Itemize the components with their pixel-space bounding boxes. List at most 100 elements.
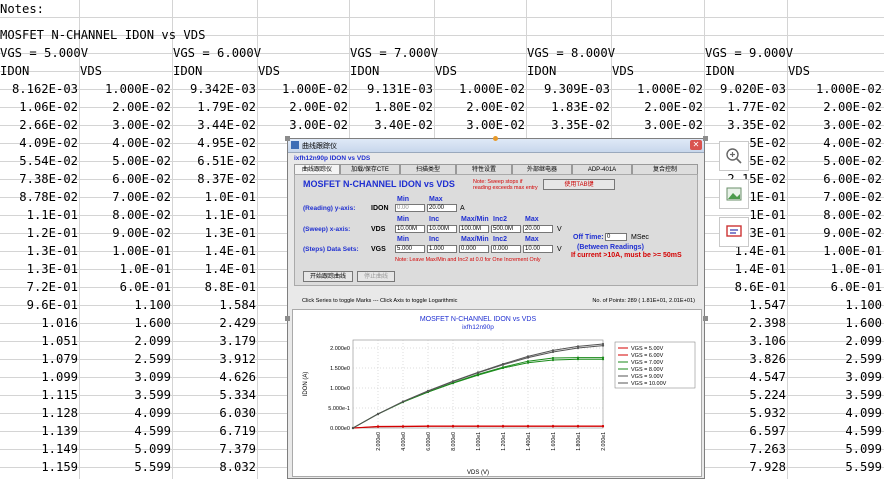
comment-button[interactable] [719, 217, 749, 247]
data-cell[interactable]: 6.0E-01 [80, 278, 173, 296]
data-cell[interactable]: 1.547 [705, 296, 788, 314]
data-cell[interactable]: 5.099 [80, 440, 173, 458]
sweep-field[interactable]: 10.00M [427, 225, 457, 233]
data-cell[interactable]: 1.115 [0, 386, 80, 404]
data-cell[interactable]: 1.584 [173, 296, 258, 314]
data-cell[interactable]: 8.78E-02 [0, 188, 80, 206]
data-cell[interactable]: 1.80E-02 [350, 98, 435, 116]
data-cell[interactable]: 1.3E-01 [173, 224, 258, 242]
data-cell[interactable]: 1.1E-01 [0, 206, 80, 224]
sweep-field[interactable]: 100.0M [459, 225, 489, 233]
stop-trace-button[interactable]: 停止曲线 [357, 271, 395, 282]
data-cell[interactable]: 9.131E-03 [350, 80, 435, 98]
data-cell[interactable]: 1.099 [0, 368, 80, 386]
data-cell[interactable]: 2.00E-02 [258, 98, 350, 116]
data-cell[interactable]: 3.826 [705, 350, 788, 368]
data-cell[interactable]: 5.224 [705, 386, 788, 404]
resize-handle-ne[interactable] [703, 136, 708, 141]
data-cell[interactable]: 3.099 [80, 368, 173, 386]
tab-external-relay[interactable]: 外部继电器 [512, 164, 572, 174]
data-cell[interactable]: 3.00E-02 [435, 116, 527, 134]
reading-max-field[interactable]: 20.00 [427, 204, 457, 212]
data-cell[interactable]: 6.0E-01 [788, 278, 884, 296]
data-cell[interactable]: 8.162E-03 [0, 80, 80, 98]
column-header-cell[interactable]: VDS [258, 62, 350, 80]
data-cell[interactable]: 4.00E-02 [80, 134, 173, 152]
data-cell[interactable]: 6.00E-02 [788, 170, 884, 188]
vgs-header-cell[interactable]: VGS = 9.000V [705, 44, 884, 62]
data-cell[interactable]: 4.599 [80, 422, 173, 440]
data-cell[interactable]: 9.020E-03 [705, 80, 788, 98]
data-cell[interactable]: 1.051 [0, 332, 80, 350]
tab-adp401a[interactable]: ADP-401A [572, 164, 632, 174]
data-cell[interactable]: 1.000E-02 [435, 80, 527, 98]
data-cell[interactable]: 3.00E-02 [788, 116, 884, 134]
column-header-cell[interactable]: VDS [80, 62, 173, 80]
offtime-field[interactable]: 0 [605, 233, 627, 241]
data-cell[interactable]: 2.66E-02 [0, 116, 80, 134]
data-cell[interactable]: 1.4E-01 [173, 242, 258, 260]
column-header-cell[interactable]: IDON [527, 62, 612, 80]
data-cell[interactable]: 9.00E-02 [80, 224, 173, 242]
data-cell[interactable]: 3.179 [173, 332, 258, 350]
data-cell[interactable]: 1.000E-02 [80, 80, 173, 98]
data-cell[interactable]: 1.128 [0, 404, 80, 422]
sweep-field[interactable]: 10.00M [395, 225, 425, 233]
data-cell[interactable]: 2.429 [173, 314, 258, 332]
data-cell[interactable]: 7.00E-02 [788, 188, 884, 206]
column-header-cell[interactable]: IDON [173, 62, 258, 80]
data-cell[interactable]: 4.00E-02 [788, 134, 884, 152]
data-cell[interactable]: 4.099 [80, 404, 173, 422]
zoom-in-button[interactable] [719, 141, 749, 171]
data-cell[interactable]: 7.379 [173, 440, 258, 458]
data-cell[interactable]: 4.099 [788, 404, 884, 422]
data-cell[interactable]: 5.599 [80, 458, 173, 476]
resize-handle-w[interactable] [285, 316, 290, 321]
data-cell[interactable]: 8.00E-02 [80, 206, 173, 224]
data-cell[interactable]: 5.599 [788, 458, 884, 476]
resize-handle-e[interactable] [703, 316, 708, 321]
resize-handle-nw[interactable] [285, 136, 290, 141]
data-cell[interactable]: 2.398 [705, 314, 788, 332]
data-cell[interactable]: 2.599 [788, 350, 884, 368]
vgs-header-cell[interactable]: VGS = 6.000V [173, 44, 350, 62]
data-cell[interactable]: 1.79E-02 [173, 98, 258, 116]
sweep-field[interactable]: 500.0M [491, 225, 521, 233]
data-cell[interactable]: 5.54E-02 [0, 152, 80, 170]
tab-settings[interactable]: 特性设置 [456, 164, 512, 174]
column-header-cell[interactable]: IDON [705, 62, 788, 80]
data-cell[interactable]: 2.099 [788, 332, 884, 350]
data-cell[interactable]: 1.000E-02 [788, 80, 884, 98]
data-cell[interactable]: 2.00E-02 [435, 98, 527, 116]
data-cell[interactable]: 3.35E-02 [527, 116, 612, 134]
data-cell[interactable]: 2.00E-02 [80, 98, 173, 116]
data-cell[interactable]: 8.00E-02 [788, 206, 884, 224]
data-cell[interactable]: 6.030 [173, 404, 258, 422]
reading-min-field[interactable]: 0.00 [395, 204, 425, 212]
data-cell[interactable]: 8.6E-01 [705, 278, 788, 296]
data-cell[interactable]: 3.106 [705, 332, 788, 350]
data-cell[interactable]: 6.00E-02 [80, 170, 173, 188]
data-cell[interactable]: 1.159 [0, 458, 80, 476]
steps-field[interactable]: 0.000 [459, 245, 489, 253]
data-cell[interactable]: 4.599 [788, 422, 884, 440]
data-cell[interactable]: 4.547 [705, 368, 788, 386]
data-cell[interactable]: 4.09E-02 [0, 134, 80, 152]
data-cell[interactable]: 2.099 [80, 332, 173, 350]
data-cell[interactable]: 2.599 [80, 350, 173, 368]
data-cell[interactable]: 1.00E-01 [80, 242, 173, 260]
data-cell[interactable]: 5.334 [173, 386, 258, 404]
data-cell[interactable]: 1.2E-01 [0, 224, 80, 242]
steps-field[interactable]: 10.00 [523, 245, 553, 253]
data-cell[interactable]: 5.00E-02 [788, 152, 884, 170]
vgs-header-cell[interactable]: VGS = 7.000V [350, 44, 527, 62]
tab-composite-control[interactable]: 复合控制 [632, 164, 698, 174]
data-cell[interactable]: 2.00E-02 [612, 98, 705, 116]
use-tab-key-button[interactable]: 使用TAB键 [543, 179, 615, 190]
steps-field[interactable]: 5.000 [395, 245, 425, 253]
tab-scan-type[interactable]: 扫描类型 [400, 164, 456, 174]
data-cell[interactable]: 1.139 [0, 422, 80, 440]
column-header-cell[interactable]: VDS [788, 62, 884, 80]
data-cell[interactable]: 1.149 [0, 440, 80, 458]
sweep-field[interactable]: 20.00 [523, 225, 553, 233]
